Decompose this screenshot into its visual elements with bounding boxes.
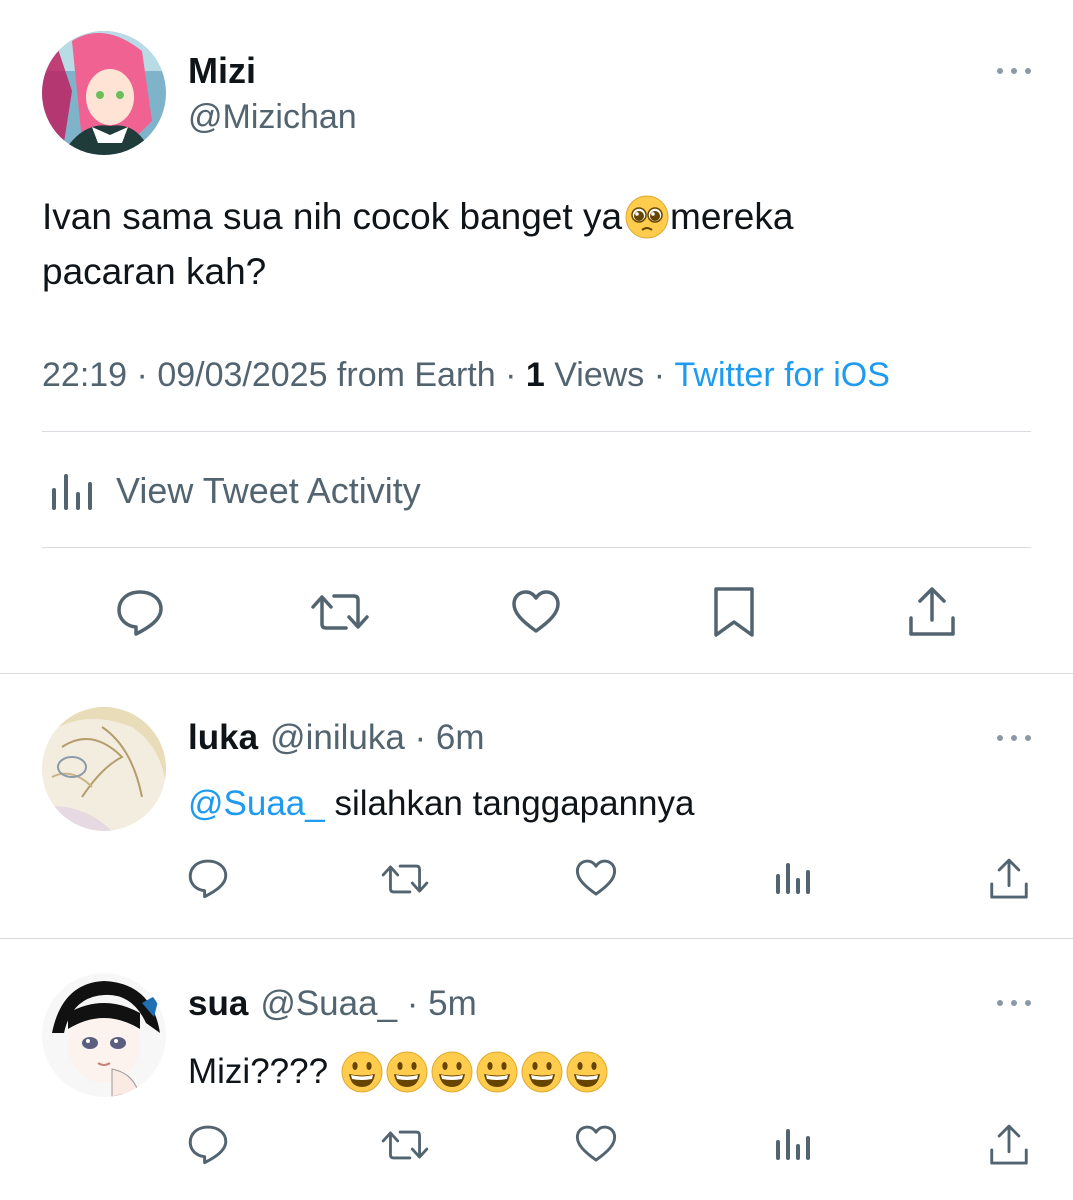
grinning-face-icon [475, 1050, 519, 1094]
view-tweet-activity-label: View Tweet Activity [116, 470, 421, 511]
retweet-icon[interactable] [380, 858, 430, 900]
meta-separator: · [495, 356, 526, 394]
retweet-icon[interactable] [310, 586, 370, 638]
like-icon[interactable] [574, 1122, 618, 1166]
tweet-time: 22:19 [42, 356, 128, 394]
tweet-source-link[interactable]: Twitter for iOS [675, 356, 890, 395]
tweet-text-line-1: Ivan sama sua nih cocok banget ya mereka [42, 194, 793, 240]
divider [42, 431, 1031, 432]
divider [0, 673, 1073, 674]
analytics-icon[interactable] [774, 860, 812, 896]
retweet-icon[interactable] [380, 1124, 430, 1166]
more-options-icon[interactable] [997, 733, 1031, 743]
reply-body: Mizi???? [188, 1052, 329, 1091]
analytics-icon[interactable] [774, 1126, 812, 1162]
author-name[interactable]: luka [188, 718, 258, 758]
view-tweet-activity-button[interactable]: View Tweet Activity [50, 470, 421, 512]
author-handle[interactable]: @Suaa_ [260, 984, 397, 1024]
reply-icon[interactable] [186, 1122, 230, 1166]
tweet-meta: 22:19 · 09/03/2025 from Earth · 1 Views … [42, 356, 890, 395]
grinning-face-icon [430, 1050, 474, 1094]
meta-separator: · [404, 718, 436, 757]
grinning-face-icon [385, 1050, 429, 1094]
mention-link[interactable]: @Suaa_ [188, 784, 325, 824]
views-label: Views [544, 356, 645, 394]
share-icon[interactable] [987, 856, 1031, 902]
emoji-row [340, 1050, 610, 1094]
author-name[interactable]: sua [188, 984, 248, 1024]
author-handle[interactable]: @iniluka [270, 718, 405, 758]
share-icon[interactable] [987, 1122, 1031, 1168]
meta-separator: · [397, 984, 429, 1023]
analytics-icon [50, 470, 96, 512]
author-name[interactable]: Mizi [188, 50, 256, 92]
meta-separator: · [644, 356, 675, 394]
share-icon[interactable] [906, 584, 958, 640]
tweet-text-line-2: pacaran kah? [42, 251, 267, 292]
tweet-text-continued: mereka [670, 196, 794, 237]
pleading-face-icon [624, 194, 670, 240]
reply-age: 5m [428, 984, 477, 1023]
like-icon[interactable] [510, 586, 562, 638]
divider [42, 547, 1031, 548]
avatar[interactable] [42, 31, 166, 155]
reply-body: silahkan tanggapannya [324, 784, 695, 823]
meta-separator: · [127, 356, 158, 394]
more-options-icon[interactable] [997, 998, 1031, 1008]
author-handle[interactable]: @Mizichan [188, 98, 357, 137]
reply-header: luka @iniluka · 6m [188, 718, 485, 758]
avatar[interactable] [42, 973, 166, 1097]
reply-icon[interactable] [114, 586, 166, 638]
grinning-face-icon [565, 1050, 609, 1094]
tweet-date-location: 09/03/2025 from Earth [157, 356, 496, 394]
reply-text: Mizi???? [188, 1050, 610, 1094]
like-icon[interactable] [574, 856, 618, 900]
grinning-face-icon [520, 1050, 564, 1094]
reply-icon[interactable] [186, 856, 230, 900]
reply-age: 6m [435, 718, 485, 757]
more-options-icon[interactable] [997, 66, 1031, 76]
grinning-face-icon [340, 1050, 384, 1094]
tweet-text: Ivan sama sua nih cocok banget ya [42, 196, 623, 237]
avatar[interactable] [42, 707, 166, 831]
divider [0, 938, 1073, 939]
reply-header: sua @Suaa_ · 5m [188, 984, 477, 1024]
views-count: 1 [525, 356, 545, 394]
reply-text: @Suaa_ silahkan tanggapannya [188, 784, 695, 824]
bookmark-icon[interactable] [708, 584, 760, 640]
